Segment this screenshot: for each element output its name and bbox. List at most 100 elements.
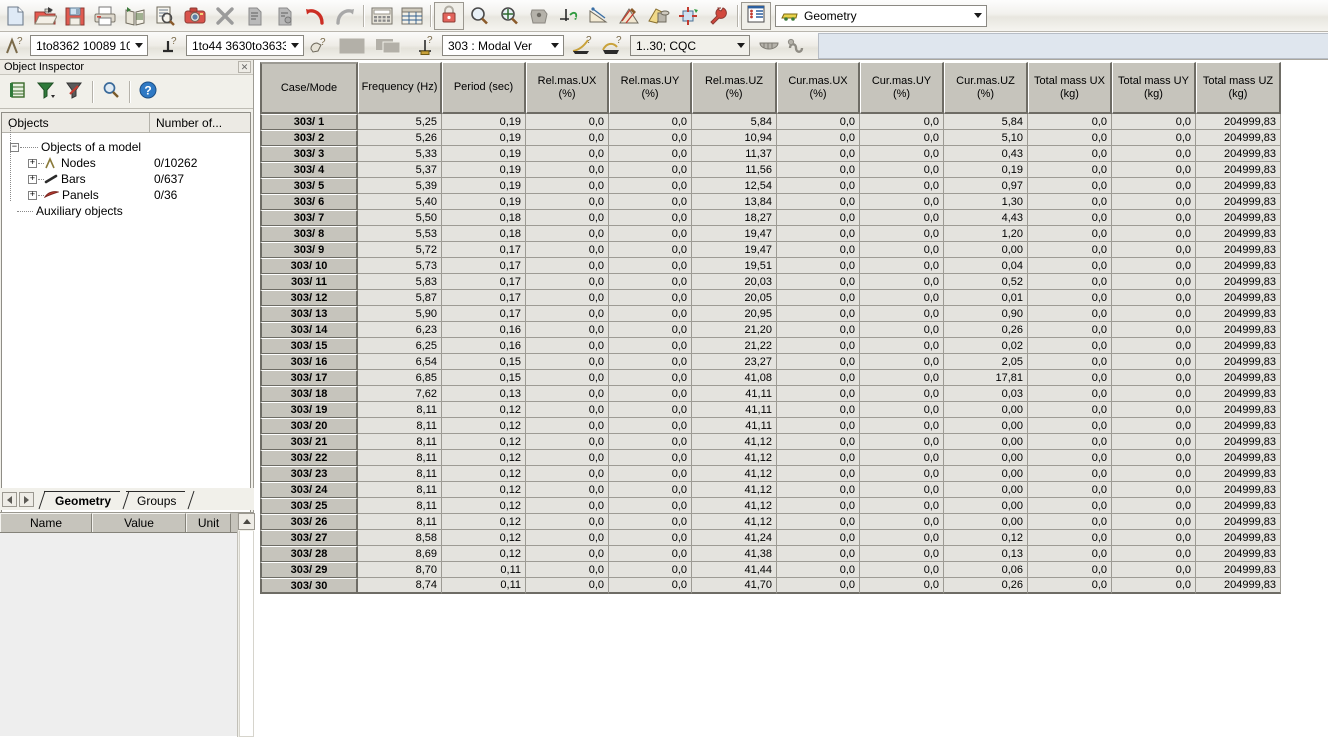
cell-r24-c8[interactable]: 0,00 (944, 498, 1028, 514)
cell-r22-c8[interactable]: 0,00 (944, 466, 1028, 482)
cell-r9-c7[interactable]: 0,0 (860, 258, 944, 274)
cell-r9-c4[interactable]: 0,0 (609, 258, 692, 274)
cell-r23-c1[interactable]: 8,11 (358, 482, 442, 498)
cell-r16-c11[interactable]: 204999,83 (1196, 370, 1281, 386)
cell-r2-c6[interactable]: 0,0 (777, 146, 860, 162)
column-header-2[interactable]: Period (sec) (442, 62, 526, 114)
cell-r7-c4[interactable]: 0,0 (609, 226, 692, 242)
cell-r17-c2[interactable]: 0,13 (442, 386, 526, 402)
cell-r25-c10[interactable]: 0,0 (1112, 514, 1196, 530)
cell-r3-c6[interactable]: 0,0 (777, 162, 860, 178)
cell-r0-c6[interactable]: 0,0 (777, 114, 860, 130)
cell-r24-c1[interactable]: 8,11 (358, 498, 442, 514)
cell-r5-c5[interactable]: 13,84 (692, 194, 777, 210)
row-header-case-mode[interactable]: 303/ 19 (260, 402, 358, 418)
cell-r13-c4[interactable]: 0,0 (609, 322, 692, 338)
cell-r6-c3[interactable]: 0,0 (526, 210, 609, 226)
delete-button[interactable] (210, 2, 240, 30)
cell-r7-c6[interactable]: 0,0 (777, 226, 860, 242)
mode-combo[interactable]: 1..30; CQC (630, 35, 750, 56)
tree-item-nodes[interactable]: + Nodes 0/10262 (6, 155, 250, 171)
cell-r12-c10[interactable]: 0,0 (1112, 306, 1196, 322)
geometry-layout-combo[interactable]: Geometry (775, 4, 987, 27)
cell-r24-c11[interactable]: 204999,83 (1196, 498, 1281, 514)
cell-r3-c2[interactable]: 0,19 (442, 162, 526, 178)
cell-r11-c2[interactable]: 0,17 (442, 290, 526, 306)
row-header-case-mode[interactable]: 303/ 25 (260, 498, 358, 514)
cell-r3-c7[interactable]: 0,0 (860, 162, 944, 178)
cell-r1-c8[interactable]: 5,10 (944, 130, 1028, 146)
cell-r20-c9[interactable]: 0,0 (1028, 434, 1112, 450)
cell-r19-c5[interactable]: 41,11 (692, 418, 777, 434)
cell-r24-c9[interactable]: 0,0 (1028, 498, 1112, 514)
cell-r12-c9[interactable]: 0,0 (1028, 306, 1112, 322)
cell-r17-c10[interactable]: 0,0 (1112, 386, 1196, 402)
cell-r13-c5[interactable]: 21,20 (692, 322, 777, 338)
cell-r23-c11[interactable]: 204999,83 (1196, 482, 1281, 498)
table-row[interactable]: 303/ 9 5,72 0,17 0,0 0,0 19,47 0,0 0,0 0,00 0,0 0,… (260, 242, 1281, 258)
copy-button[interactable] (240, 2, 270, 30)
cell-r21-c6[interactable]: 0,0 (777, 450, 860, 466)
cell-r11-c1[interactable]: 5,87 (358, 290, 442, 306)
cell-r15-c5[interactable]: 23,27 (692, 354, 777, 370)
cell-r6-c9[interactable]: 0,0 (1028, 210, 1112, 226)
row-header-case-mode[interactable]: 303/ 21 (260, 434, 358, 450)
cell-r15-c10[interactable]: 0,0 (1112, 354, 1196, 370)
cell-r26-c3[interactable]: 0,0 (526, 530, 609, 546)
bar-selection-button[interactable]: ? (156, 32, 186, 60)
tree-item-panels[interactable]: + Panels 0/36 (6, 187, 250, 203)
cell-r4-c1[interactable]: 5,39 (358, 178, 442, 194)
cell-r21-c4[interactable]: 0,0 (609, 450, 692, 466)
cell-r26-c9[interactable]: 0,0 (1028, 530, 1112, 546)
cell-r10-c11[interactable]: 204999,83 (1196, 274, 1281, 290)
cell-r0-c11[interactable]: 204999,83 (1196, 114, 1281, 130)
row-header-case-mode[interactable]: 303/ 4 (260, 162, 358, 178)
cell-r13-c1[interactable]: 6,23 (358, 322, 442, 338)
cell-r4-c8[interactable]: 0,97 (944, 178, 1028, 194)
cell-r27-c6[interactable]: 0,0 (777, 546, 860, 562)
cell-r1-c11[interactable]: 204999,83 (1196, 130, 1281, 146)
undo-button[interactable] (300, 2, 330, 30)
cell-r19-c6[interactable]: 0,0 (777, 418, 860, 434)
cell-r24-c3[interactable]: 0,0 (526, 498, 609, 514)
cell-r23-c3[interactable]: 0,0 (526, 482, 609, 498)
job-preferences-button[interactable] (704, 2, 734, 30)
display-attributes-button[interactable] (614, 2, 644, 30)
cell-r26-c5[interactable]: 41,24 (692, 530, 777, 546)
cell-r2-c2[interactable]: 0,19 (442, 146, 526, 162)
table-row[interactable]: 303/ 21 8,11 0,12 0,0 0,0 41,12 0,0 0,0 0,00 0,0 0… (260, 434, 1281, 450)
cell-r23-c8[interactable]: 0,00 (944, 482, 1028, 498)
cell-r13-c8[interactable]: 0,26 (944, 322, 1028, 338)
table-row[interactable]: 303/ 26 8,11 0,12 0,0 0,0 41,12 0,0 0,0 0,00 0,0 0… (260, 514, 1281, 530)
row-header-case-mode[interactable]: 303/ 14 (260, 322, 358, 338)
cell-r11-c7[interactable]: 0,0 (860, 290, 944, 306)
row-header-case-mode[interactable]: 303/ 13 (260, 306, 358, 322)
cell-r21-c8[interactable]: 0,00 (944, 450, 1028, 466)
cell-r8-c4[interactable]: 0,0 (609, 242, 692, 258)
cell-r11-c11[interactable]: 204999,83 (1196, 290, 1281, 306)
tree-item-bars[interactable]: + Bars 0/637 (6, 171, 250, 187)
cell-r17-c1[interactable]: 7,62 (358, 386, 442, 402)
cell-r28-c10[interactable]: 0,0 (1112, 562, 1196, 578)
cell-r25-c6[interactable]: 0,0 (777, 514, 860, 530)
cell-r13-c2[interactable]: 0,16 (442, 322, 526, 338)
cell-r18-c10[interactable]: 0,0 (1112, 402, 1196, 418)
cell-r1-c5[interactable]: 10,94 (692, 130, 777, 146)
cell-r3-c11[interactable]: 204999,83 (1196, 162, 1281, 178)
cell-r22-c5[interactable]: 41,12 (692, 466, 777, 482)
cell-r9-c10[interactable]: 0,0 (1112, 258, 1196, 274)
cell-r18-c4[interactable]: 0,0 (609, 402, 692, 418)
node-selection-combo[interactable]: 1to8362 10089 107 (30, 35, 148, 56)
cell-r16-c4[interactable]: 0,0 (609, 370, 692, 386)
cell-r28-c5[interactable]: 41,44 (692, 562, 777, 578)
cell-r19-c3[interactable]: 0,0 (526, 418, 609, 434)
cell-r17-c3[interactable]: 0,0 (526, 386, 609, 402)
row-header-case-mode[interactable]: 303/ 18 (260, 386, 358, 402)
property-grid[interactable]: Name Value Unit (0, 512, 255, 737)
cell-r5-c1[interactable]: 5,40 (358, 194, 442, 210)
cell-r24-c10[interactable]: 0,0 (1112, 498, 1196, 514)
tables-button[interactable] (397, 2, 427, 30)
cell-r0-c4[interactable]: 0,0 (609, 114, 692, 130)
cell-r17-c5[interactable]: 41,11 (692, 386, 777, 402)
table-row[interactable]: 303/ 5 5,39 0,19 0,0 0,0 12,54 0,0 0,0 0,97 0,0 0,… (260, 178, 1281, 194)
